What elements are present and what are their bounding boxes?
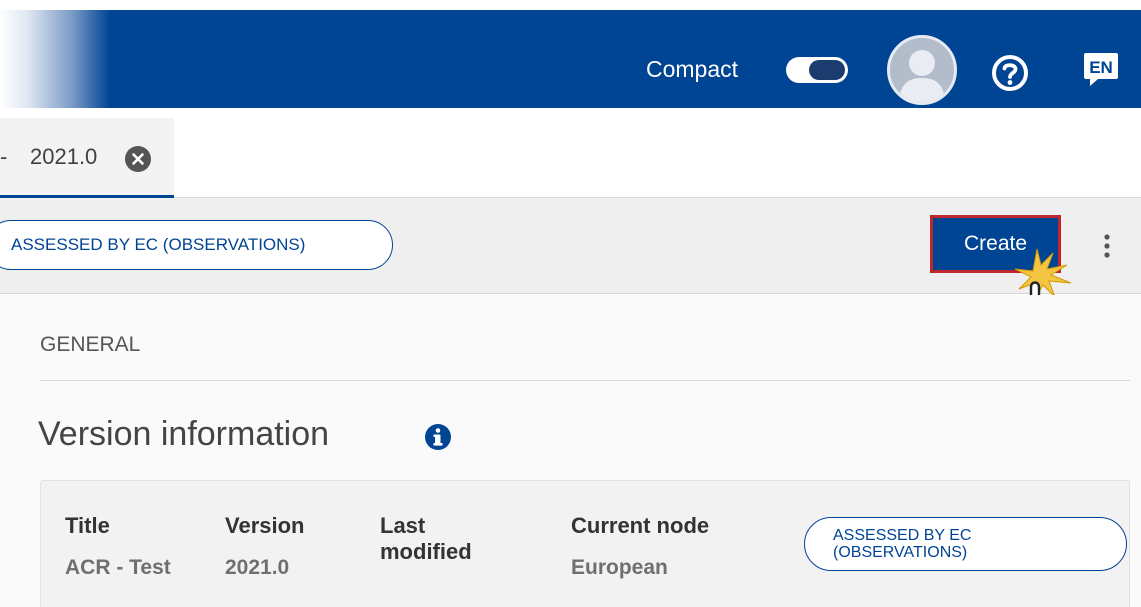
close-icon[interactable] xyxy=(124,145,152,173)
more-options-icon[interactable] xyxy=(1100,229,1114,265)
status-line-2: (OBSERVATIONS) xyxy=(833,544,968,561)
toggle-knob xyxy=(788,59,812,81)
top-header: Compact EN xyxy=(0,10,1141,108)
language-code: EN xyxy=(1089,58,1113,77)
section-label: GENERAL xyxy=(40,333,141,356)
info-icon[interactable] xyxy=(423,422,453,452)
column-header-current-node: Current node xyxy=(571,513,710,538)
header-logo-fade xyxy=(0,10,110,108)
value-version: 2021.0 xyxy=(225,556,290,579)
column-header-title: Title xyxy=(65,513,110,538)
tab-bar: 2021.0 xyxy=(0,118,1141,198)
compact-toggle[interactable] xyxy=(786,57,848,83)
version-info-card: Title Version Last modified Current node… xyxy=(40,480,1130,607)
toggle-track xyxy=(809,60,845,80)
compact-label: Compact xyxy=(646,56,739,82)
tab-label: 2021.0 xyxy=(0,144,97,170)
column-header-version: Version xyxy=(225,513,305,538)
tab-version[interactable]: 2021.0 xyxy=(0,118,174,198)
user-avatar-icon[interactable] xyxy=(887,35,957,105)
value-title: ACR - Test xyxy=(65,556,171,579)
main-content: GENERAL Version information Title Versio… xyxy=(0,295,1141,607)
section-title: Version information xyxy=(38,415,330,453)
status-badge-card: ASSESSED BY EC (OBSERVATIONS) xyxy=(804,517,1127,571)
language-icon[interactable]: EN xyxy=(1082,51,1120,89)
section-divider xyxy=(40,380,1130,381)
value-current-node: European xyxy=(571,556,668,579)
action-toolbar: ASSESSED BY EC (OBSERVATIONS) Create xyxy=(0,198,1141,351)
column-header-last-modified: Last modified xyxy=(380,513,472,564)
status-badge: ASSESSED BY EC (OBSERVATIONS) xyxy=(0,220,393,270)
help-icon[interactable] xyxy=(990,53,1030,93)
status-line-1: ASSESSED BY EC xyxy=(833,527,972,544)
